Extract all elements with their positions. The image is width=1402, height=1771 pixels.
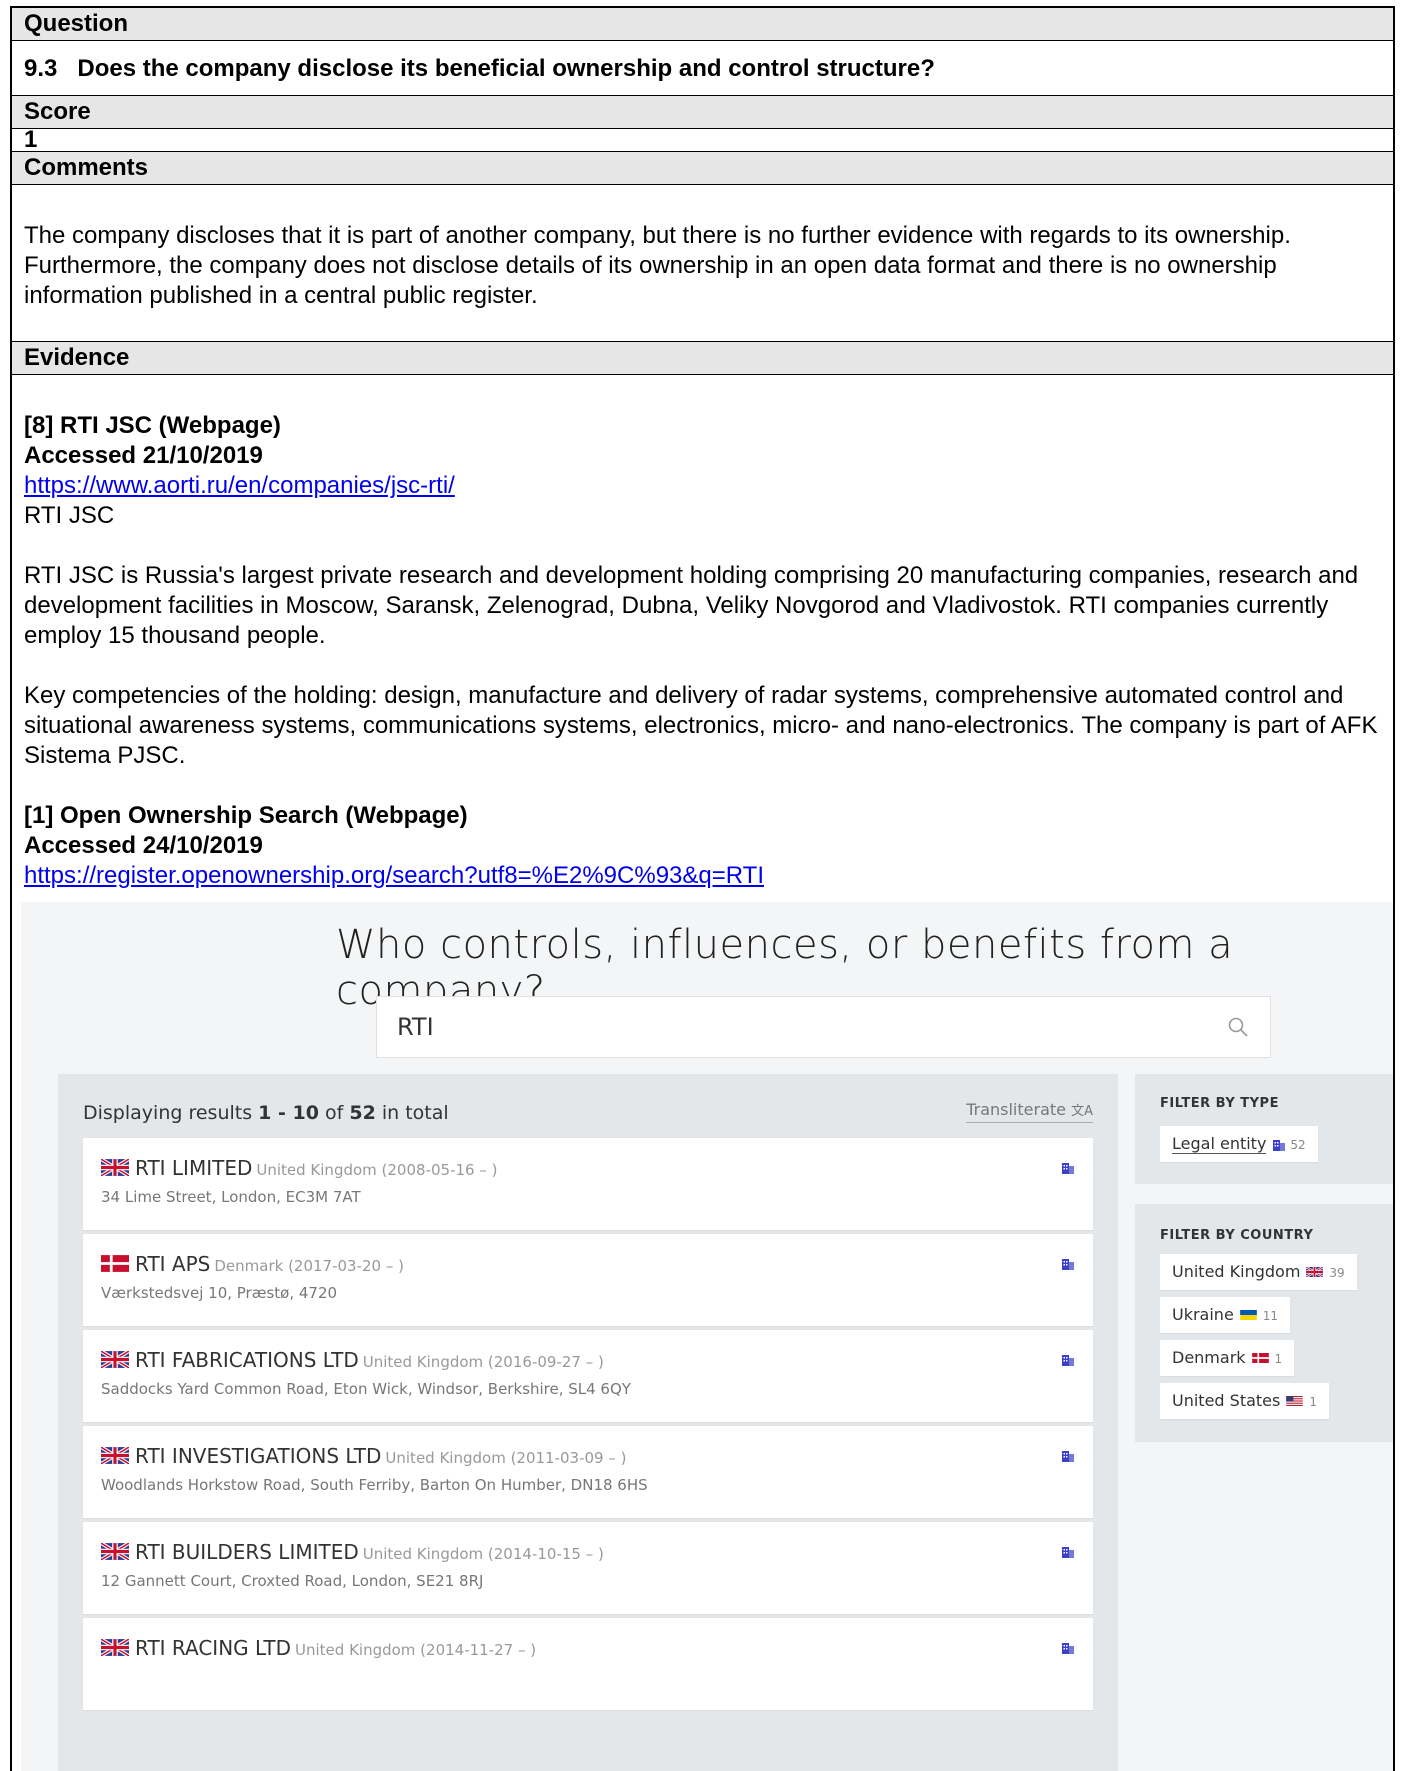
transliterate-button[interactable]: Transliterate 文A — [966, 1100, 1093, 1123]
result-type-icon — [1061, 1640, 1075, 1654]
ev2-accessed: Accessed 24/10/2019 — [24, 832, 263, 859]
filter-type-panel: FILTER BY TYPE Legal entity 52 — [1135, 1074, 1393, 1184]
filter-country-label[interactable]: Denmark — [1172, 1348, 1246, 1367]
filter-count: 11 — [1262, 1309, 1279, 1323]
result-card[interactable]: RTI APS Denmark (2017-03-20 – ) Værkstedsv… — [83, 1234, 1093, 1326]
filter-country-label[interactable]: United Kingdom — [1172, 1262, 1300, 1281]
building-icon — [1062, 1259, 1074, 1270]
search-box[interactable]: RTI — [376, 996, 1271, 1058]
comments-header: Comments — [12, 152, 1393, 185]
uk-flag-icon — [101, 1351, 129, 1368]
result-meta: United Kingdom (2014-10-15 – ) — [362, 1545, 604, 1563]
result-address: 34 Lime Street, London, EC3M 7AT — [101, 1188, 361, 1206]
filter-count: 39 — [1329, 1266, 1345, 1280]
question-text: 9.3 Does the company disclose its benefi… — [24, 55, 935, 82]
search-icon[interactable] — [1226, 1015, 1250, 1039]
ev2-link[interactable]: https://register.openownership.org/searc… — [24, 862, 764, 889]
result-name[interactable]: RTI APS — [135, 1252, 210, 1276]
evidence-header: Evidence — [12, 341, 1393, 375]
building-icon — [1062, 1355, 1074, 1366]
result-name[interactable]: RTI BUILDERS LIMITED — [135, 1540, 359, 1564]
result-title[interactable]: RTI BUILDERS LIMITED United Kingdom (2014… — [101, 1540, 604, 1564]
result-title[interactable]: RTI RACING LTD United Kingdom (2014-11-27… — [101, 1636, 536, 1660]
question-header: Question — [12, 6, 1393, 41]
us-flag-icon — [1286, 1395, 1304, 1406]
filter-chip-country[interactable]: United Kingdom 39 — [1160, 1254, 1357, 1290]
result-type-icon — [1061, 1544, 1075, 1558]
filter-country-panel: FILTER BY COUNTRY United Kingdom 39 Ukrain… — [1135, 1204, 1393, 1442]
score-header: Score — [12, 95, 1393, 129]
filter-count: 1 — [1274, 1352, 1283, 1366]
filter-chip-country[interactable]: Ukraine 11 — [1160, 1297, 1291, 1333]
filter-country-title: FILTER BY COUNTRY — [1160, 1228, 1314, 1243]
result-meta: United Kingdom (2011-03-09 – ) — [385, 1449, 627, 1467]
comments-text: The company discloses that it is part of… — [24, 222, 1291, 309]
result-type-icon — [1061, 1160, 1075, 1174]
result-type-icon — [1061, 1256, 1075, 1270]
ev1-name: RTI JSC — [24, 502, 115, 529]
filter-chip-legal-entity[interactable]: Legal entity 52 — [1160, 1126, 1318, 1162]
ev1-paragraph-2: Key competencies of the holding: design,… — [24, 682, 1378, 769]
filter-chip-country[interactable]: Denmark 1 — [1160, 1340, 1295, 1376]
openownership-screenshot: Who controls, influences, or benefits fr… — [21, 902, 1393, 1771]
result-address: Værkstedsvej 10, Præstø, 4720 — [101, 1284, 338, 1302]
denmark-flag-icon — [1251, 1352, 1269, 1363]
filter-count: 1 — [1309, 1395, 1317, 1409]
result-title[interactable]: RTI INVESTIGATIONS LTD United Kingdom (20… — [101, 1444, 626, 1468]
building-icon — [1062, 1643, 1074, 1654]
ev1-title: [8] RTI JSC (Webpage) — [24, 412, 281, 439]
result-meta: United Kingdom (2016-09-27 – ) — [362, 1353, 604, 1371]
ev1-paragraph-1: RTI JSC is Russia's largest private rese… — [24, 562, 1359, 649]
result-meta: United Kingdom (2014-11-27 – ) — [295, 1641, 537, 1659]
uk-flag-icon — [101, 1639, 129, 1656]
results-summary: Displaying results 1 - 10 of 52 in total — [83, 1102, 449, 1124]
denmark-flag-icon — [101, 1255, 129, 1272]
result-address: 12 Gannett Court, Croxted Road, London, … — [101, 1572, 484, 1590]
ev1-link[interactable]: https://www.aorti.ru/en/companies/jsc-rt… — [24, 472, 455, 499]
result-meta: Denmark (2017-03-20 – ) — [214, 1257, 404, 1275]
filter-type-title: FILTER BY TYPE — [1160, 1096, 1279, 1111]
result-address: Woodlands Horkstow Road, South Ferriby, … — [101, 1476, 648, 1494]
filter-chip-country[interactable]: United States 1 — [1160, 1383, 1329, 1419]
filter-country-label[interactable]: Ukraine — [1172, 1305, 1234, 1324]
result-name[interactable]: RTI FABRICATIONS LTD — [135, 1348, 359, 1372]
result-card[interactable]: RTI INVESTIGATIONS LTD United Kingdom (20… — [83, 1426, 1093, 1518]
result-title[interactable]: RTI FABRICATIONS LTD United Kingdom (2016… — [101, 1348, 604, 1372]
building-icon — [1062, 1163, 1074, 1174]
translate-icon: 文A — [1071, 1104, 1093, 1119]
search-input[interactable]: RTI — [397, 1013, 434, 1041]
score-value: 1 — [12, 128, 1393, 152]
building-icon — [1062, 1547, 1074, 1558]
uk-flag-icon — [101, 1447, 129, 1464]
result-title[interactable]: RTI APS Denmark (2017-03-20 – ) — [101, 1252, 404, 1276]
building-icon — [1062, 1451, 1074, 1462]
uk-flag-icon — [101, 1543, 129, 1560]
result-name[interactable]: RTI LIMITED — [135, 1156, 252, 1180]
results-panel: Displaying results 1 - 10 of 52 in total… — [58, 1074, 1118, 1771]
evidence-document: Question 9.3 Does the company disclose i… — [10, 6, 1395, 1771]
evidence-body: [8] RTI JSC (Webpage) Accessed 21/10/201… — [12, 375, 1393, 891]
result-type-icon — [1061, 1352, 1075, 1366]
ev2-title: [1] Open Ownership Search (Webpage) — [24, 802, 468, 829]
building-icon — [1273, 1139, 1286, 1151]
result-card[interactable]: RTI LIMITED United Kingdom (2008-05-16 – … — [83, 1138, 1093, 1230]
filter-count: 52 — [1290, 1138, 1306, 1152]
result-meta: United Kingdom (2008-05-16 – ) — [256, 1161, 498, 1179]
result-name[interactable]: RTI INVESTIGATIONS LTD — [135, 1444, 381, 1468]
result-title[interactable]: RTI LIMITED United Kingdom (2008-05-16 – … — [101, 1156, 497, 1180]
result-card[interactable]: RTI RACING LTD United Kingdom (2014-11-27… — [83, 1618, 1093, 1710]
ev1-accessed: Accessed 21/10/2019 — [24, 442, 263, 469]
result-type-icon — [1061, 1448, 1075, 1462]
result-card[interactable]: RTI BUILDERS LIMITED United Kingdom (2014… — [83, 1522, 1093, 1614]
uk-flag-icon — [101, 1159, 129, 1176]
result-name[interactable]: RTI RACING LTD — [135, 1636, 291, 1660]
result-card[interactable]: RTI FABRICATIONS LTD United Kingdom (2016… — [83, 1330, 1093, 1422]
ukraine-flag-icon — [1239, 1309, 1257, 1320]
uk-flag-icon — [1306, 1266, 1324, 1277]
result-address: Saddocks Yard Common Road, Eton Wick, Wi… — [101, 1380, 631, 1398]
filter-country-label[interactable]: United States — [1172, 1391, 1280, 1410]
